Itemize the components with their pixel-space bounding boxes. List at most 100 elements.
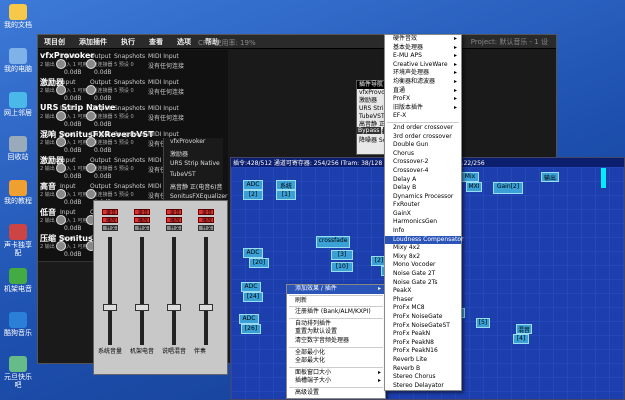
menu-item[interactable]: Info bbox=[385, 227, 461, 236]
input-knob[interactable] bbox=[56, 59, 66, 69]
routing-node[interactable]: Gain[2] bbox=[493, 182, 523, 194]
output-knob[interactable] bbox=[86, 59, 96, 69]
routing-node[interactable]: 系统 bbox=[276, 180, 296, 190]
desktop-icon[interactable]: 元旦快乐吧 bbox=[2, 356, 34, 389]
input-knob[interactable] bbox=[56, 189, 66, 199]
routing-node[interactable]: ADC bbox=[239, 314, 259, 324]
menu-item[interactable]: 均衡器和滤波器 ▸ bbox=[385, 78, 461, 87]
routing-node[interactable]: [20] bbox=[249, 258, 269, 268]
menu-item[interactable]: ProFx PeakN bbox=[385, 330, 461, 339]
menu-item[interactable]: Reverb B bbox=[385, 365, 461, 374]
menu-item[interactable]: Stereo Chorus bbox=[385, 373, 461, 382]
menu-item[interactable]: Delay B bbox=[385, 184, 461, 193]
menu-item[interactable]: 全部最小化 bbox=[287, 349, 385, 358]
desktop-icon[interactable]: 我的教程 bbox=[2, 180, 34, 205]
menu-item[interactable]: HarmonicsGen bbox=[385, 218, 461, 227]
routing-node[interactable]: Mix bbox=[461, 172, 479, 182]
menu-item[interactable]: Noise Gate 2Ts bbox=[385, 279, 461, 288]
menu-item[interactable]: EF-X bbox=[385, 112, 461, 121]
menu-item[interactable]: ProFx MC8 bbox=[385, 304, 461, 313]
menu-item[interactable]: ProFx PeakN8 bbox=[385, 339, 461, 348]
output-knob[interactable] bbox=[86, 189, 96, 199]
menu-item[interactable]: 高级设置 bbox=[287, 389, 385, 398]
menu-item[interactable]: Phaser bbox=[385, 296, 461, 305]
panel-button[interactable]: Bypass bbox=[356, 127, 382, 134]
routing-node[interactable]: 混音 bbox=[516, 324, 532, 334]
routing-node[interactable]: [5] bbox=[476, 318, 490, 328]
menu-item[interactable]: 清空数字音频处理器 bbox=[287, 337, 385, 346]
rack-menu-item[interactable]: 选项 bbox=[177, 37, 191, 47]
menu-item[interactable]: ProFx NoiseGateST bbox=[385, 322, 461, 331]
menu-item[interactable]: 环境声处理器 ▸ bbox=[385, 69, 461, 78]
context-menu[interactable]: 添加效果 / 插件 ▸ 刷新 注册插件 (Bank/ALM/KXPI) 自动排列插件 重置… bbox=[286, 284, 386, 399]
menu-item[interactable]: Mono Vocoder bbox=[385, 261, 461, 270]
routing-node[interactable]: ADC bbox=[241, 282, 261, 292]
menu-item[interactable]: 刷新 bbox=[287, 297, 385, 306]
menu-item[interactable]: 硬件音效 ▸ bbox=[385, 35, 461, 44]
menu-item[interactable]: 插槽端子大小 ▸ bbox=[287, 377, 385, 386]
rack-menu-item[interactable]: 项目创 bbox=[44, 37, 65, 47]
desktop-icon[interactable]: 回收站 bbox=[2, 136, 34, 161]
menu-item[interactable]: 添加效果 / 插件 ▸ bbox=[287, 285, 385, 294]
routing-node[interactable]: MXI bbox=[466, 182, 482, 192]
desktop-icon[interactable]: 酷狗音乐 bbox=[2, 312, 34, 337]
routing-node[interactable]: ADC bbox=[243, 248, 263, 258]
menu-item[interactable]: Crossover-4 bbox=[385, 167, 461, 176]
routing-node[interactable]: [4] bbox=[513, 334, 529, 344]
plugin-submenu[interactable]: 硬件音效 ▸ 基本处理器 ▸ E-MU APS ▸ Creative LiveWare ▸ 环境… bbox=[384, 34, 463, 392]
fader-handle[interactable] bbox=[167, 304, 181, 311]
routing-node[interactable]: [24] bbox=[243, 292, 263, 302]
desktop-icon[interactable]: 机架电音 bbox=[2, 268, 34, 293]
menu-item[interactable]: 注册插件 (Bank/ALM/KXPI) bbox=[287, 308, 385, 317]
menu-item[interactable]: Dynamics Processor bbox=[385, 193, 461, 202]
mixer-window[interactable]: 录音 播放 开关 系统音量 录音 播放 开关 机架电音 录音 播放 开关 说唱混音 录音 播放 开关 伴奏 bbox=[93, 200, 228, 375]
routing-node[interactable]: crossfade bbox=[316, 236, 350, 248]
desktop-icon[interactable]: 声卡独享配 bbox=[2, 224, 34, 257]
menu-item[interactable]: Crossover-2 bbox=[385, 158, 461, 167]
routing-node[interactable]: 输出 bbox=[541, 172, 559, 182]
menu-item[interactable]: 3rd order crossover bbox=[385, 133, 461, 142]
menu-item[interactable]: 旧版本插件 ▸ bbox=[385, 104, 461, 113]
menu-item[interactable]: FxRouter bbox=[385, 201, 461, 210]
menu-item[interactable]: ProFX ▸ bbox=[385, 95, 461, 104]
menu-item[interactable]: Delay A bbox=[385, 176, 461, 185]
menu-item[interactable]: 基本处理器 ▸ bbox=[385, 44, 461, 53]
menu-item[interactable]: PeakX bbox=[385, 287, 461, 296]
output-knob[interactable] bbox=[86, 163, 96, 173]
menu-item[interactable]: 直通 ▸ bbox=[385, 87, 461, 96]
input-knob[interactable] bbox=[56, 241, 66, 251]
input-knob[interactable] bbox=[56, 137, 66, 147]
rack-menu-item[interactable]: 执行 bbox=[121, 37, 135, 47]
routing-node[interactable]: [1] bbox=[276, 190, 296, 200]
rack-menu-item[interactable]: 添加插件 bbox=[79, 37, 107, 47]
fader-handle[interactable] bbox=[199, 304, 213, 311]
menu-item[interactable]: Reverb Lite bbox=[385, 356, 461, 365]
menu-item[interactable]: Chorus bbox=[385, 150, 461, 159]
desktop-icon[interactable]: 我的文档 bbox=[2, 4, 34, 29]
fader-handle[interactable] bbox=[103, 304, 117, 311]
menu-item[interactable]: GainX bbox=[385, 210, 461, 219]
output-knob[interactable] bbox=[86, 85, 96, 95]
fader-handle[interactable] bbox=[135, 304, 149, 311]
output-knob[interactable] bbox=[86, 137, 96, 147]
routing-node[interactable]: [10] bbox=[331, 262, 353, 272]
menu-item[interactable]: Noise Gate 2T bbox=[385, 270, 461, 279]
menu-item[interactable]: Mixy 4x2 bbox=[385, 244, 461, 253]
input-knob[interactable] bbox=[56, 163, 66, 173]
routing-node[interactable]: [26] bbox=[241, 324, 261, 334]
menu-item[interactable]: ProFx NoiseGate bbox=[385, 313, 461, 322]
menu-item[interactable]: ProFx PeakN16 bbox=[385, 347, 461, 356]
menu-item[interactable]: 重置为默认设置 bbox=[287, 328, 385, 337]
desktop-icon[interactable]: 我的电脑 bbox=[2, 48, 34, 73]
menu-item[interactable]: Stereo Delayator bbox=[385, 382, 461, 391]
menu-item[interactable]: 2nd order crossover bbox=[385, 124, 461, 133]
input-knob[interactable] bbox=[56, 111, 66, 121]
menu-item[interactable]: 全部最大化 bbox=[287, 357, 385, 366]
rack-menu-item[interactable]: 查看 bbox=[149, 37, 163, 47]
menu-item[interactable]: Double Gun bbox=[385, 141, 461, 150]
menu-item[interactable]: Loudness Compensator bbox=[385, 235, 463, 245]
menu-item[interactable]: E-MU APS ▸ bbox=[385, 52, 461, 61]
routing-node[interactable]: [2] bbox=[243, 190, 263, 200]
desktop-icon[interactable]: 网上邻居 bbox=[2, 92, 34, 117]
menu-item[interactable]: Mixy 8x2 bbox=[385, 253, 461, 262]
